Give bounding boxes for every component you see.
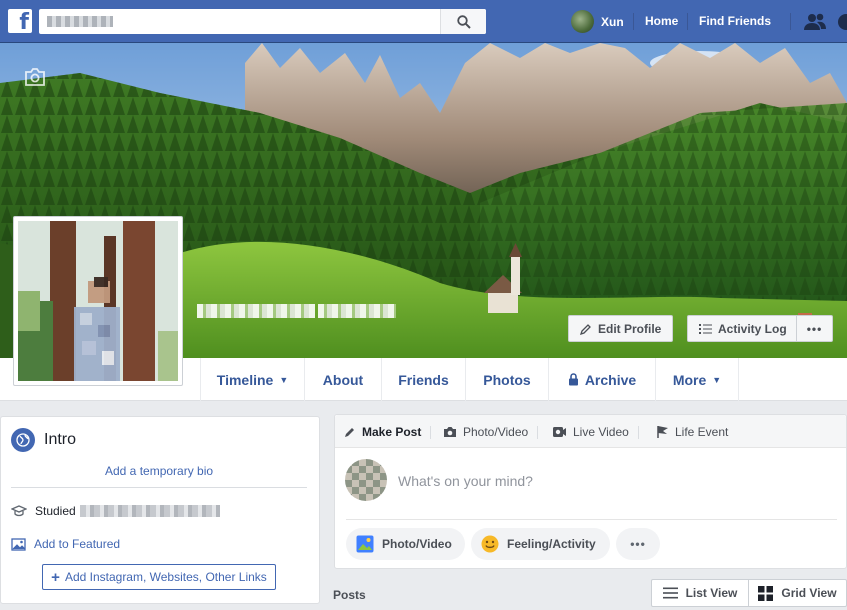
life-event-label: Life Event bbox=[675, 424, 729, 439]
more-options-icon: ••• bbox=[630, 537, 646, 551]
grid-view-button[interactable]: Grid View bbox=[749, 580, 846, 606]
caret-down-icon: ▼ bbox=[279, 374, 289, 385]
photo-video-button[interactable]: Photo/Video bbox=[346, 528, 465, 560]
photo-video-label: Photo/Video bbox=[382, 537, 452, 551]
grid-icon bbox=[758, 585, 774, 601]
home-link[interactable]: Home bbox=[645, 14, 678, 28]
composer-tabs: Make Post Photo/Video Live Video Life Ev… bbox=[335, 415, 846, 448]
tab-about[interactable]: About bbox=[305, 358, 382, 401]
profile-name-blurred bbox=[197, 290, 397, 321]
activity-log-button[interactable]: Activity Log bbox=[687, 315, 797, 342]
make-post-label: Make Post bbox=[362, 424, 422, 439]
tab-more-label: More bbox=[672, 371, 707, 388]
messenger-icon[interactable] bbox=[836, 12, 847, 32]
composer-tab-make-post[interactable]: Make Post bbox=[344, 415, 432, 448]
studied-item: Studied bbox=[11, 504, 220, 518]
tab-archive[interactable]: Archive bbox=[549, 358, 656, 401]
globe-icon bbox=[11, 428, 35, 452]
edit-profile-button[interactable]: Edit Profile bbox=[568, 315, 673, 342]
search-bar bbox=[39, 9, 486, 34]
pencil-icon bbox=[345, 427, 354, 437]
camera-icon bbox=[444, 426, 456, 437]
list-icon bbox=[662, 587, 678, 599]
list-view-button[interactable]: List View bbox=[652, 580, 749, 606]
tab-separator bbox=[637, 426, 639, 439]
intro-title: Intro bbox=[44, 431, 77, 448]
list-icon bbox=[699, 323, 712, 334]
tab-more[interactable]: More ▼ bbox=[656, 358, 739, 401]
intro-header: Intro bbox=[11, 428, 76, 452]
studied-label: Studied bbox=[35, 504, 76, 518]
flag-icon bbox=[657, 425, 668, 438]
lock-icon bbox=[568, 373, 578, 386]
tab-separator bbox=[430, 426, 432, 439]
live-video-label: Live Video bbox=[573, 424, 629, 439]
feeling-activity-button[interactable]: Feeling/Activity bbox=[471, 528, 610, 560]
tab-timeline-label: Timeline bbox=[216, 371, 274, 388]
tab-timeline[interactable]: Timeline ▼ bbox=[200, 358, 305, 401]
composer-tab-photo-video[interactable]: Photo/Video bbox=[443, 415, 539, 448]
blurred-school-name bbox=[79, 505, 220, 517]
profile-photo-image bbox=[18, 221, 178, 381]
nav-user-profile-link[interactable]: Xun bbox=[571, 10, 624, 33]
blurred-search-query bbox=[47, 16, 113, 27]
composer-input[interactable]: What's on your mind? bbox=[398, 473, 533, 489]
posts-heading: Posts bbox=[333, 588, 366, 602]
intro-divider bbox=[11, 487, 307, 488]
composer-tab-live-video[interactable]: Live Video bbox=[552, 415, 639, 448]
add-temporary-bio-link[interactable]: Add a temporary bio bbox=[105, 464, 213, 478]
search-input[interactable] bbox=[39, 9, 440, 34]
add-links-label: Add Instagram, Websites, Other Links bbox=[64, 570, 267, 584]
add-to-featured-link[interactable]: Add to Featured bbox=[11, 537, 120, 551]
composer-divider bbox=[346, 519, 837, 520]
avatar bbox=[571, 10, 594, 33]
add-to-featured-label: Add to Featured bbox=[34, 537, 121, 551]
grid-view-label: Grid View bbox=[781, 586, 837, 600]
camera-icon[interactable] bbox=[24, 68, 46, 86]
nav-divider bbox=[687, 13, 688, 30]
add-links-button[interactable]: + Add Instagram, Websites, Other Links bbox=[42, 564, 276, 590]
tab-friends-label: Friends bbox=[398, 371, 449, 388]
smiley-icon bbox=[481, 535, 499, 553]
photo-video-tab-label: Photo/Video bbox=[463, 424, 529, 439]
view-toggle: List View Grid View bbox=[651, 579, 847, 607]
facebook-logo[interactable]: f bbox=[8, 9, 32, 35]
find-friends-link[interactable]: Find Friends bbox=[699, 14, 771, 28]
plus-icon: + bbox=[51, 568, 60, 586]
blurred-alternate-name bbox=[318, 304, 397, 318]
composer-tab-life-event[interactable]: Life Event bbox=[656, 415, 728, 448]
tab-photos-label: Photos bbox=[483, 371, 531, 388]
nav-divider bbox=[633, 13, 634, 30]
composer-more-button[interactable]: ••• bbox=[616, 528, 660, 560]
pencil-icon bbox=[580, 323, 591, 335]
caret-down-icon: ▼ bbox=[712, 374, 722, 385]
tab-separator bbox=[537, 426, 539, 439]
blurred-name-line bbox=[197, 304, 315, 318]
search-icon bbox=[456, 14, 471, 29]
image-icon bbox=[11, 537, 26, 551]
tab-photos[interactable]: Photos bbox=[466, 358, 549, 401]
activity-log-label: Activity Log bbox=[718, 321, 787, 336]
edit-profile-label: Edit Profile bbox=[598, 321, 662, 336]
search-button[interactable] bbox=[440, 9, 486, 34]
tab-friends[interactable]: Friends bbox=[382, 358, 466, 401]
video-camera-icon bbox=[553, 426, 566, 437]
tab-archive-label: Archive bbox=[584, 371, 637, 388]
nav-divider bbox=[790, 13, 791, 30]
graduation-cap-icon bbox=[11, 505, 27, 517]
tab-about-label: About bbox=[322, 371, 364, 388]
feeling-activity-label: Feeling/Activity bbox=[507, 537, 596, 551]
top-navigation-bar: f Xun Home Find Friends bbox=[0, 0, 847, 43]
friend-requests-icon[interactable] bbox=[803, 12, 827, 32]
list-view-label: List View bbox=[685, 586, 738, 600]
user-name: Xun bbox=[601, 14, 624, 29]
photo-icon bbox=[356, 535, 374, 553]
profile-picture[interactable] bbox=[13, 216, 183, 386]
composer-avatar bbox=[345, 459, 387, 501]
more-options-icon: ••• bbox=[806, 321, 823, 336]
cover-more-options-button[interactable]: ••• bbox=[796, 315, 833, 342]
